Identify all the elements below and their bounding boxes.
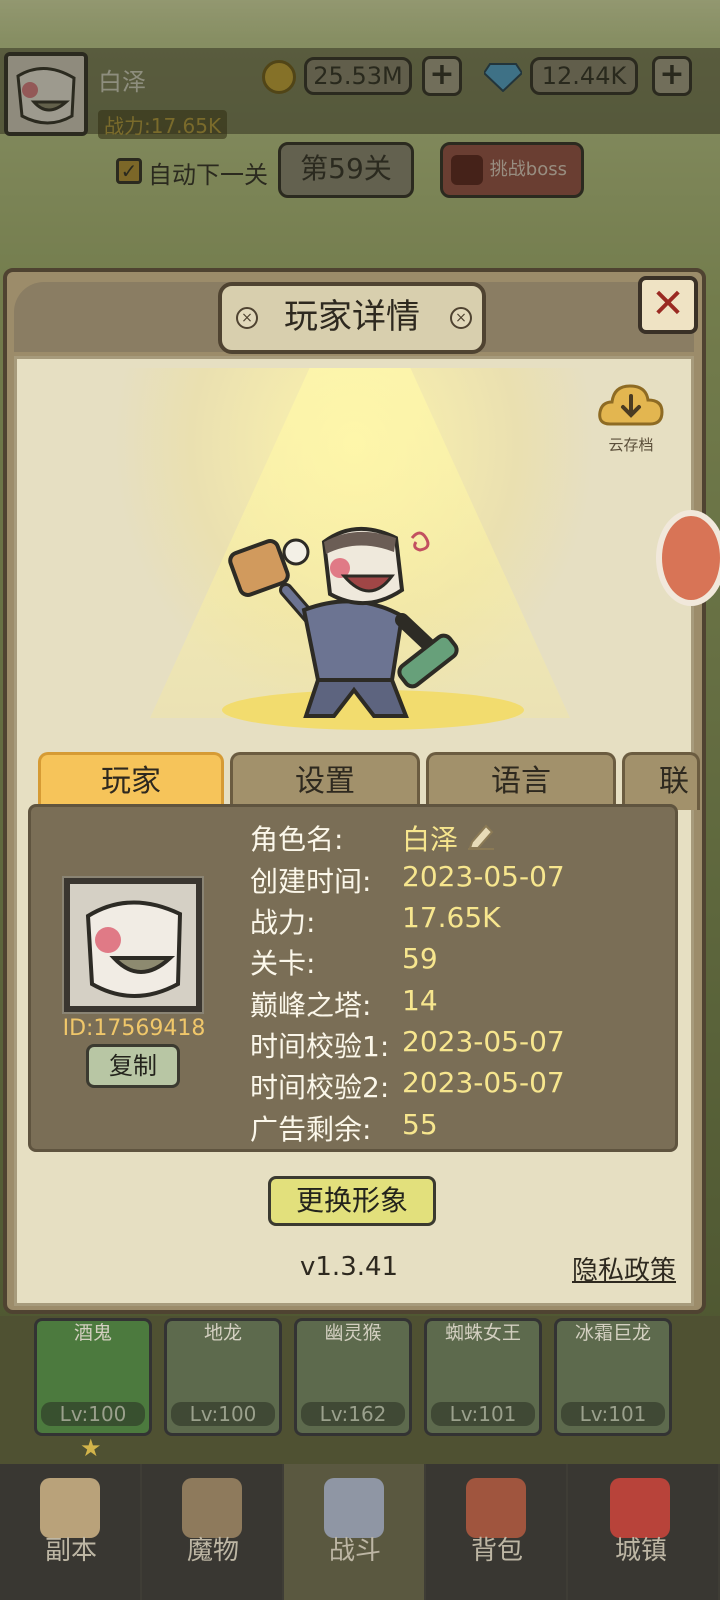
castle-icon: [610, 1478, 670, 1538]
drunkard-character: [228, 526, 459, 718]
field-value-ads: 55: [402, 1108, 438, 1141]
field-value-stage: 59: [402, 942, 438, 975]
tab-settings[interactable]: 设置: [230, 752, 420, 810]
field-value-created: 2023-05-07: [402, 860, 565, 893]
nav-label: 背包: [470, 1536, 523, 1566]
player-id: ID:17569418: [62, 1016, 206, 1041]
field-value-check1: 2023-05-07: [402, 1025, 565, 1058]
field-label: 时间校验1:: [250, 1030, 390, 1063]
player-face-icon: [70, 884, 196, 1006]
tab-partial[interactable]: 联: [622, 752, 700, 810]
nav-label: 副本: [44, 1536, 97, 1566]
monster-icon: [182, 1478, 242, 1538]
modal-title-text: 玩家详情: [284, 297, 420, 337]
close-button[interactable]: ✕: [638, 276, 698, 334]
field-value-tower: 14: [402, 984, 438, 1017]
field-label: 创建时间:: [250, 865, 372, 898]
roster-level: Lv:100: [171, 1402, 275, 1426]
swords-icon: [324, 1478, 384, 1538]
roster-name: 地龙: [203, 1322, 242, 1344]
star-icon: ★: [80, 1434, 102, 1462]
nav-label: 战斗: [328, 1536, 381, 1566]
roster-name: 冰霜巨龙: [574, 1322, 651, 1344]
nav-label: 魔物: [186, 1536, 239, 1566]
roster-level: Lv:100: [41, 1402, 145, 1426]
field-label: 角色名:: [250, 823, 344, 856]
map-icon: [40, 1478, 100, 1538]
field-label: 巅峰之塔:: [250, 989, 372, 1022]
cloud-save-label: 云存档: [608, 436, 654, 454]
bolt-icon: ×: [450, 307, 472, 329]
field-label: 时间校验2:: [250, 1071, 390, 1104]
backpack-icon: [466, 1478, 526, 1538]
roster-name: 酒鬼: [73, 1322, 112, 1344]
side-floating-button[interactable]: [656, 510, 720, 606]
version-text: v1.3.41: [300, 1252, 399, 1282]
field-value-power: 17.65K: [402, 901, 501, 934]
nav-label: 城镇: [614, 1536, 667, 1566]
tab-player[interactable]: 玩家: [38, 752, 224, 810]
player-avatar: [62, 876, 204, 1014]
roster-name: 蜘蛛女王: [444, 1322, 521, 1344]
edit-pencil-icon[interactable]: [466, 820, 496, 850]
change-avatar-button[interactable]: 更换形象: [268, 1176, 436, 1226]
roster-level: Lv:101: [561, 1402, 665, 1426]
copy-id-button[interactable]: 复制: [86, 1044, 180, 1088]
close-icon: ✕: [651, 281, 685, 327]
field-label: 关卡:: [250, 947, 316, 980]
tab-language[interactable]: 语言: [426, 752, 616, 810]
field-value-name: 白泽: [402, 823, 459, 856]
privacy-policy-link[interactable]: 隐私政策: [572, 1250, 676, 1287]
bolt-icon: ×: [236, 307, 258, 329]
roster-level: Lv:162: [301, 1402, 405, 1426]
modal-title: 玩家详情: [218, 282, 486, 354]
field-label: 战力:: [250, 906, 316, 939]
field-label: 广告剩余:: [250, 1113, 372, 1146]
field-value-check2: 2023-05-07: [402, 1066, 565, 1099]
cloud-download-icon[interactable]: [598, 378, 664, 432]
roster-name: 幽灵猴: [324, 1322, 382, 1344]
roster-level: Lv:101: [431, 1402, 535, 1426]
